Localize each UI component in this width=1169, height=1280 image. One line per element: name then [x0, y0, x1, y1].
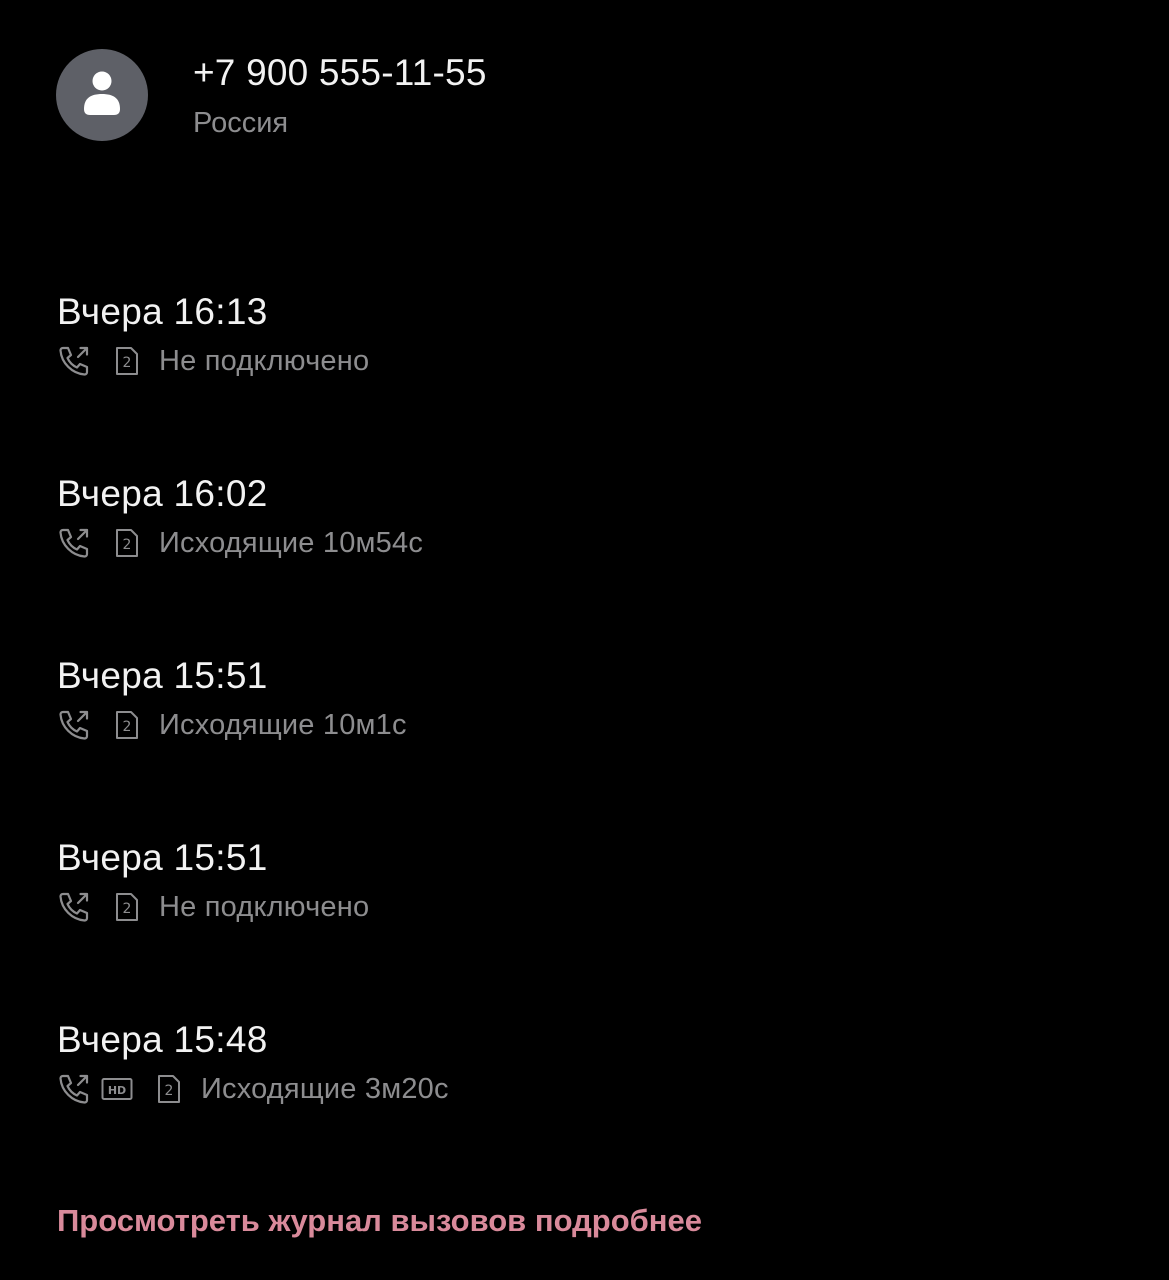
- svg-text:2: 2: [165, 1083, 174, 1099]
- outgoing-call-icon: [57, 708, 91, 742]
- call-status: Не подключено: [159, 891, 370, 923]
- call-entry[interactable]: Вчера 16:13 2 Не подключено: [57, 290, 1117, 472]
- call-status: Исходящие 10м54с: [159, 527, 424, 559]
- svg-text:2: 2: [123, 537, 132, 553]
- call-entry[interactable]: Вчера 15:51 2 Исходящие 10м1с: [57, 654, 1117, 836]
- outgoing-call-icon: [57, 526, 91, 560]
- call-time: Вчера 15:48: [57, 1019, 268, 1060]
- call-time: Вчера 16:13: [57, 291, 268, 332]
- country-label: Россия: [193, 107, 289, 139]
- call-status: Не подключено: [159, 345, 370, 377]
- avatar[interactable]: [56, 49, 148, 141]
- call-time: Вчера 15:51: [57, 655, 268, 696]
- outgoing-call-icon: [57, 344, 91, 378]
- svg-text:2: 2: [123, 901, 132, 917]
- call-entry[interactable]: Вчера 16:02 2 Исходящие 10м54с: [57, 472, 1117, 654]
- svg-text:2: 2: [123, 355, 132, 371]
- svg-text:2: 2: [123, 719, 132, 735]
- call-details: 2 Исходящие 10м1с: [57, 707, 1117, 743]
- call-entry[interactable]: Вчера 15:48 HD 2 Исходящие 3м20с: [57, 1018, 1117, 1200]
- call-entry[interactable]: Вчера 15:51 2 Не подключено: [57, 836, 1117, 1018]
- outgoing-call-icon: [57, 890, 91, 924]
- call-details: 2 Не подключено: [57, 889, 1117, 925]
- call-details: 2 Не подключено: [57, 343, 1117, 379]
- call-status: Исходящие 3м20с: [201, 1073, 449, 1105]
- call-time: Вчера 15:51: [57, 837, 268, 878]
- sim-2-icon: 2: [115, 346, 139, 376]
- person-icon: [84, 71, 120, 115]
- outgoing-call-icon: [57, 1072, 91, 1106]
- svg-text:HD: HD: [108, 1084, 126, 1097]
- view-call-log-link[interactable]: Просмотреть журнал вызовов подробнее: [57, 1201, 702, 1241]
- sim-2-icon: 2: [115, 892, 139, 922]
- call-status: Исходящие 10м1с: [159, 709, 407, 741]
- sim-2-icon: 2: [115, 528, 139, 558]
- call-time: Вчера 16:02: [57, 473, 268, 514]
- call-history-list: Вчера 16:13 2 Не подключено Вчера 16:02: [57, 290, 1117, 1200]
- contact-header: +7 900 555-11-55 Россия: [56, 49, 487, 141]
- contact-info: +7 900 555-11-55 Россия: [193, 51, 487, 140]
- sim-2-icon: 2: [115, 710, 139, 740]
- call-details: HD 2 Исходящие 3м20с: [57, 1071, 1117, 1107]
- sim-2-icon: 2: [157, 1074, 181, 1104]
- call-details: 2 Исходящие 10м54с: [57, 525, 1117, 561]
- hd-voice-icon: HD: [101, 1072, 133, 1106]
- phone-number[interactable]: +7 900 555-11-55: [193, 51, 487, 95]
